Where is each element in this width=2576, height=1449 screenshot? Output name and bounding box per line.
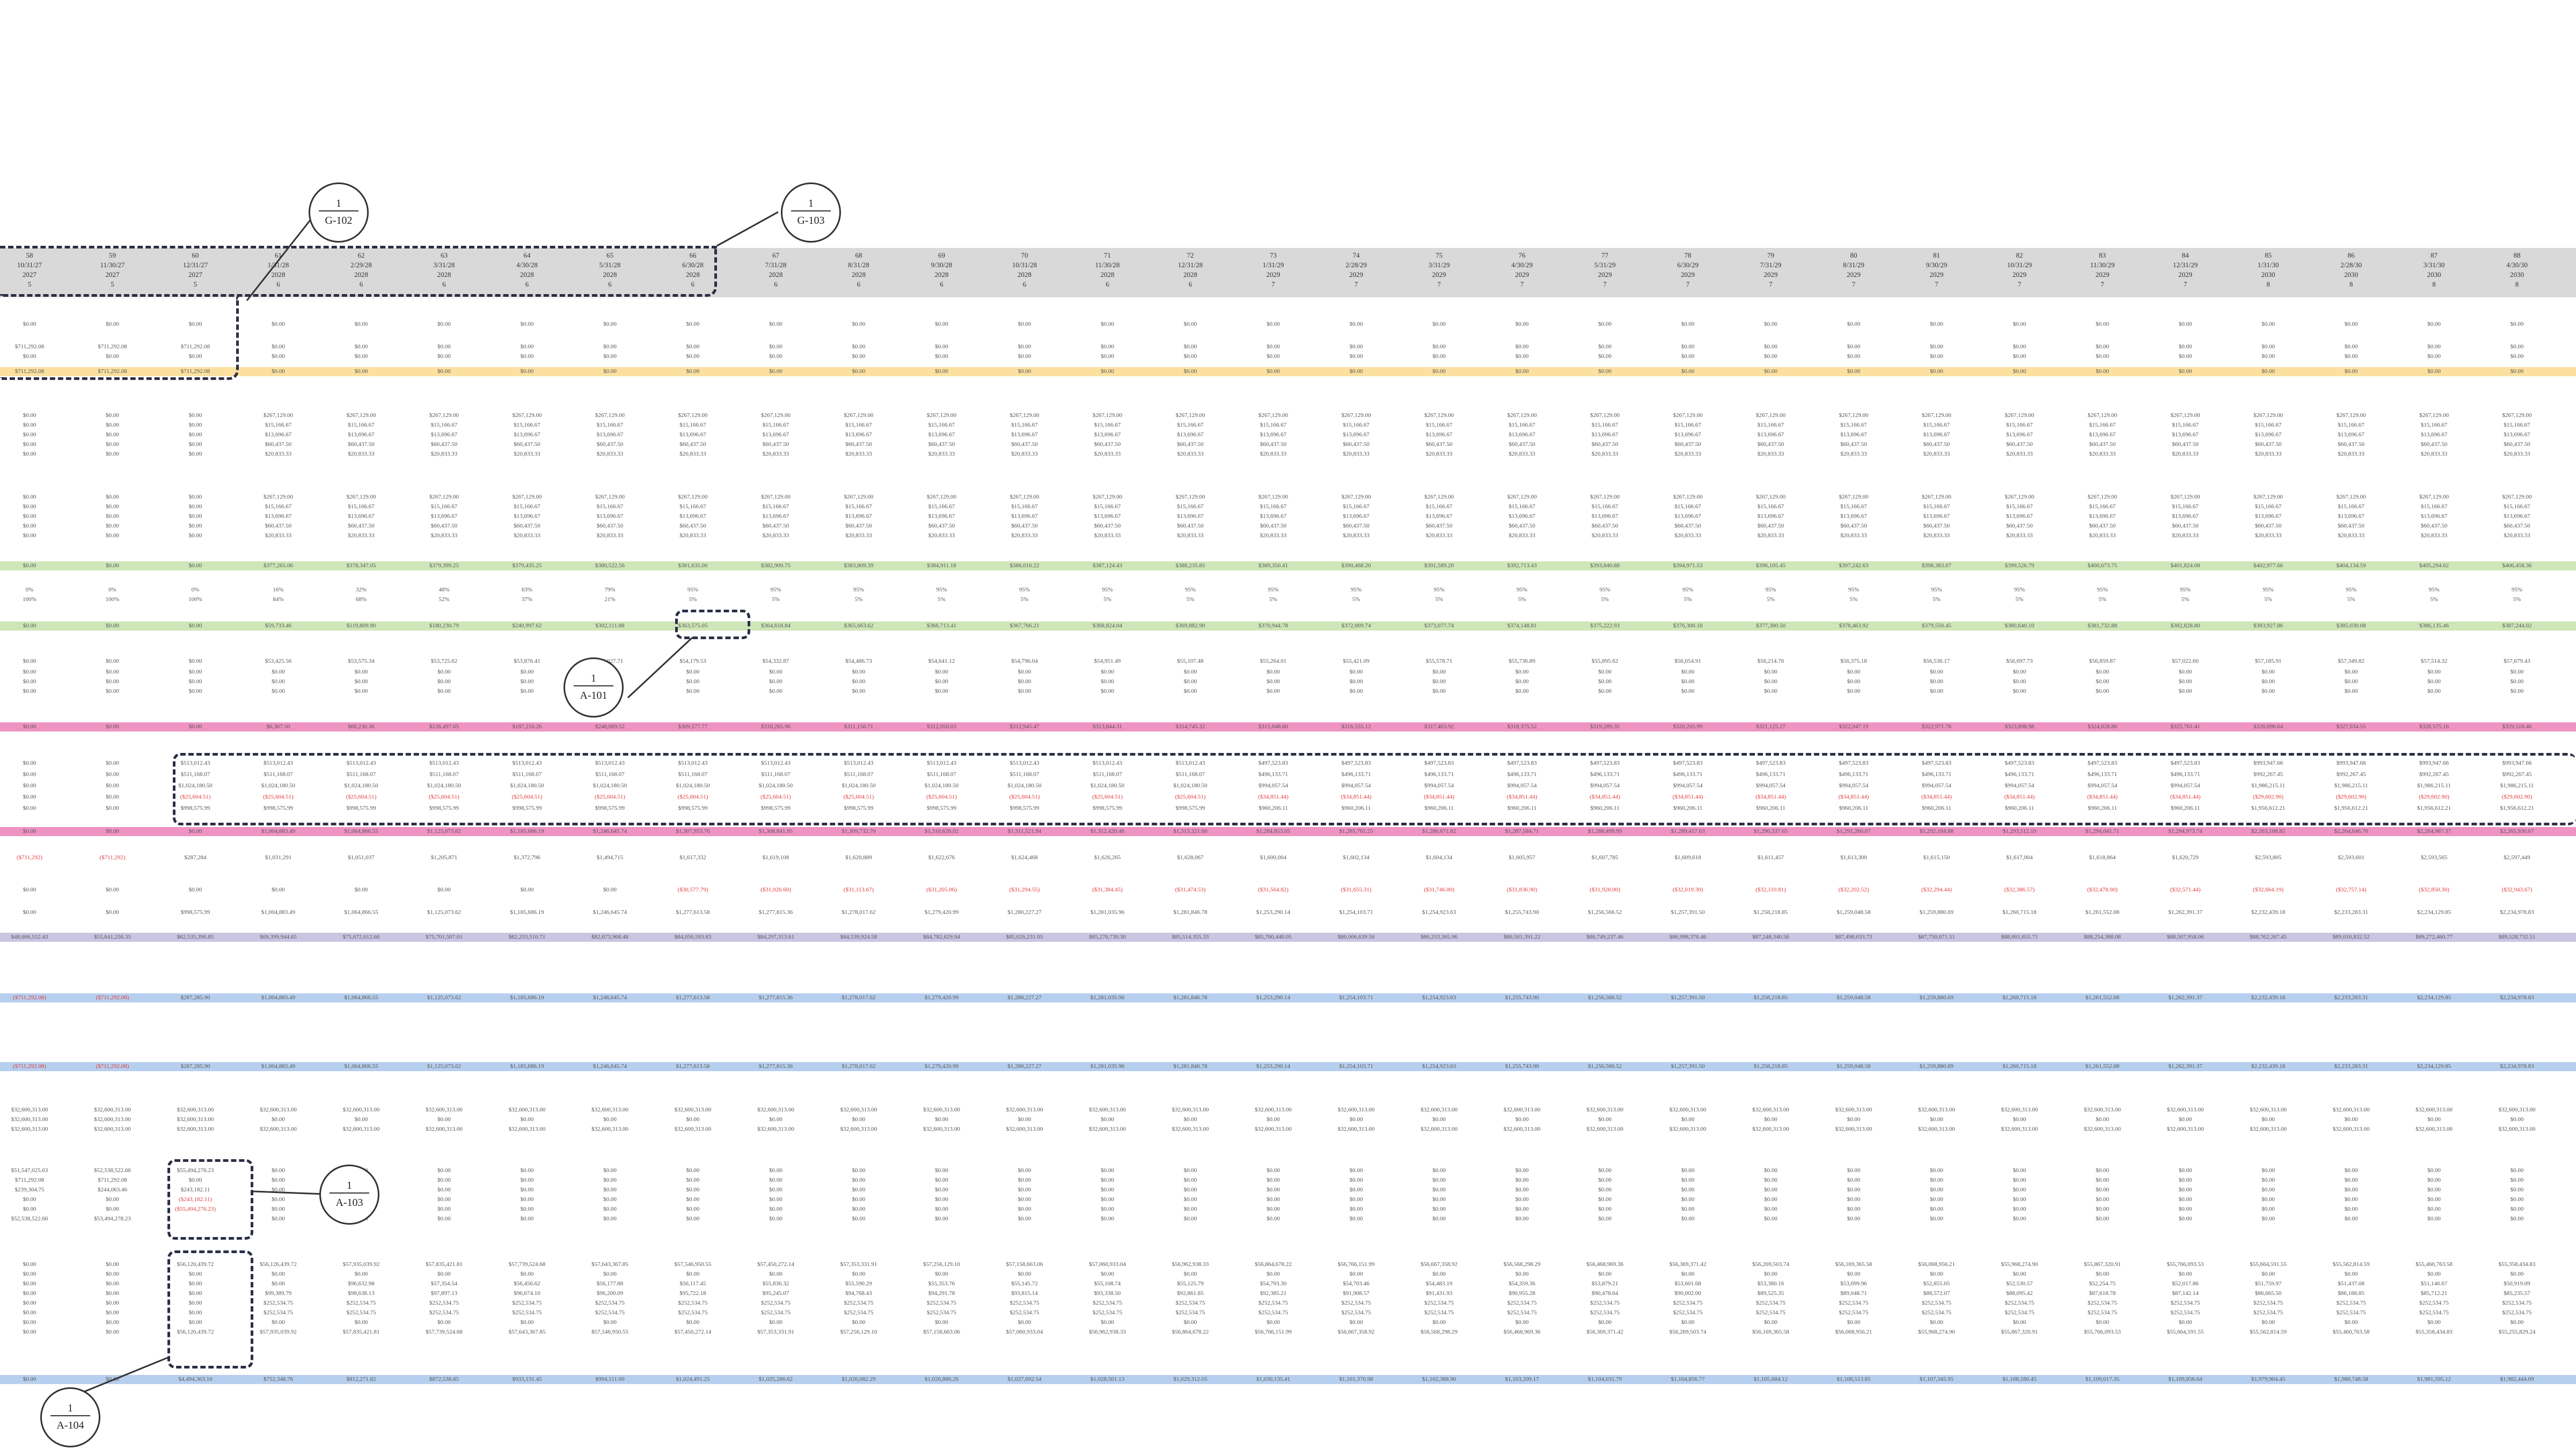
callout-a101-sheet: A-101 — [580, 690, 608, 701]
callout-g103-sheet: G-103 — [797, 215, 825, 226]
callout-g102-sheet: G-102 — [325, 215, 353, 226]
callout-a103: 1 A-103 — [319, 1165, 379, 1225]
callout-a104: 1 A-104 — [40, 1387, 100, 1447]
callout-g103: 1 G-103 — [781, 182, 841, 243]
callout-a101-number: 1 — [573, 671, 614, 686]
callout-leader-lines — [75, 211, 779, 1396]
spreadsheet-page: 58 10/31/27 2027 5 59 11/30/27 2027 5 60 12/31/27… — [0, 0, 2576, 1449]
callout-a104-number: 1 — [50, 1401, 91, 1416]
callout-a103-number: 1 — [329, 1179, 370, 1194]
callout-g103-number: 1 — [791, 196, 831, 211]
callout-g102: 1 G-102 — [309, 182, 369, 243]
callout-g102-number: 1 — [318, 196, 359, 211]
callout-a101: 1 A-101 — [564, 657, 624, 718]
callout-a104-sheet: A-104 — [56, 1419, 84, 1431]
callout-a103-sheet: A-103 — [335, 1197, 363, 1209]
